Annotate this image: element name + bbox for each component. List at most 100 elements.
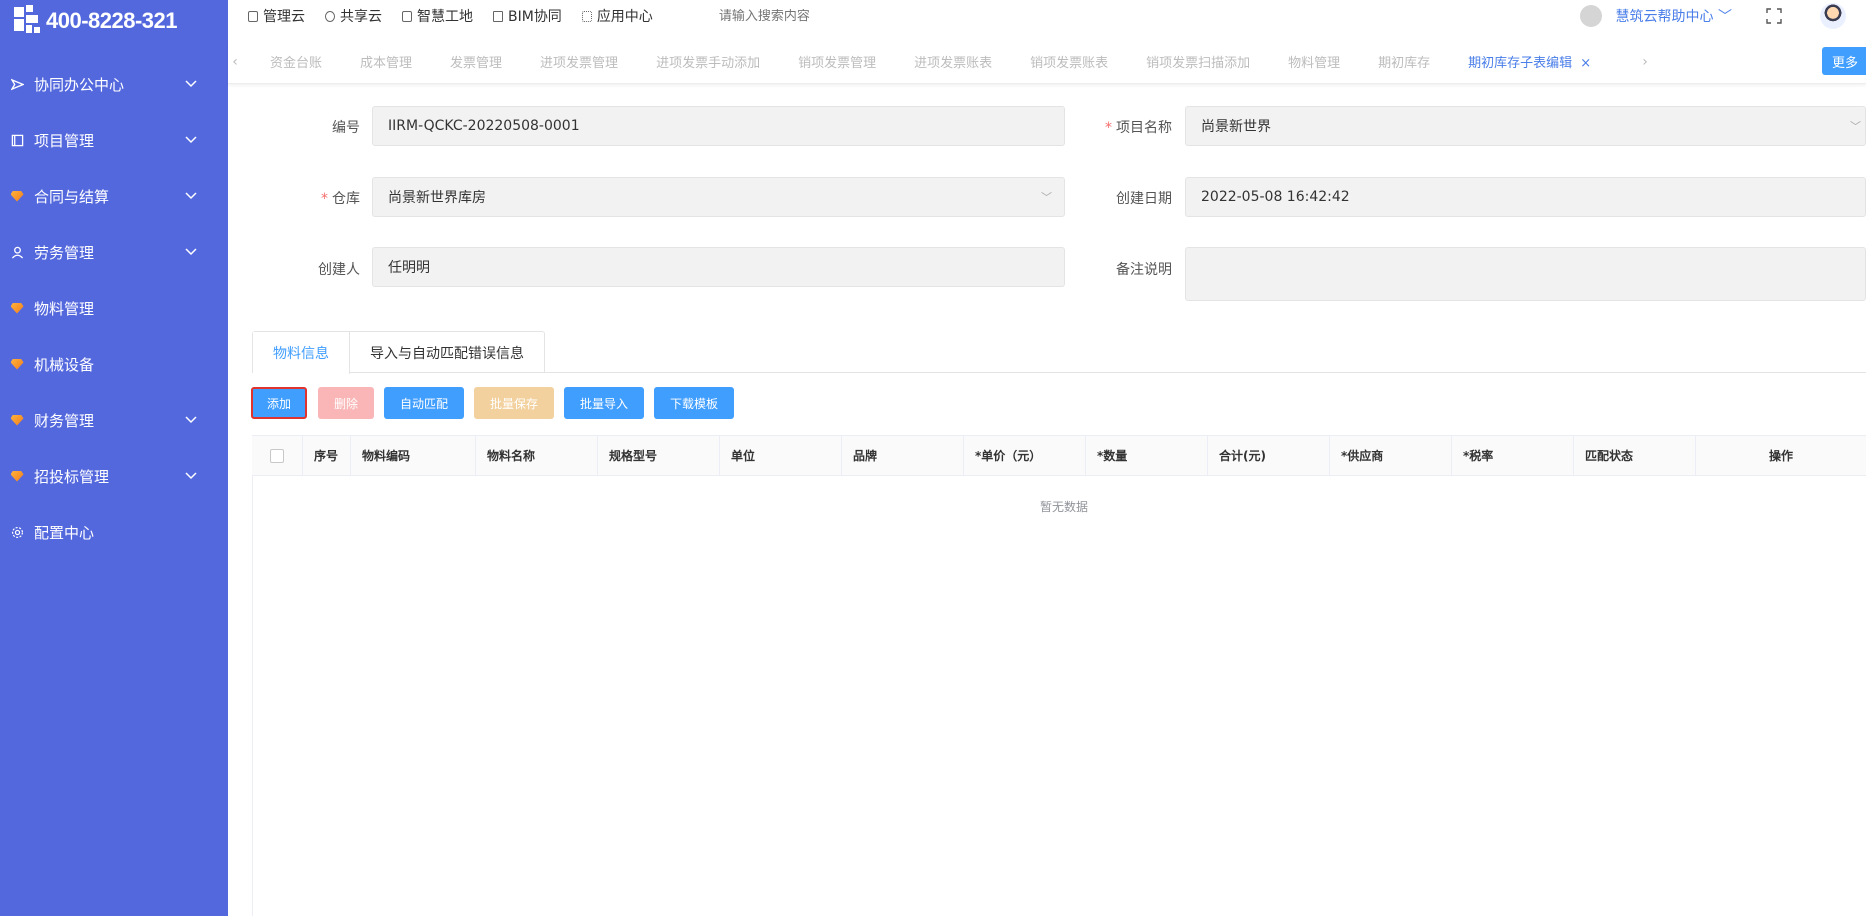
sidebar-item-label: 配置中心 bbox=[34, 523, 95, 542]
tab-item[interactable]: 销项发票扫描添加 bbox=[1146, 52, 1250, 71]
avatar[interactable] bbox=[1820, 3, 1846, 29]
column-header: 匹配状态 bbox=[1574, 436, 1696, 475]
chevron-down-icon bbox=[176, 77, 206, 91]
code-field[interactable]: IIRM-QCKC-20220508-0001 bbox=[372, 106, 1065, 146]
column-header: 品牌 bbox=[842, 436, 964, 475]
chevron-right-icon[interactable]: › bbox=[1638, 54, 1652, 70]
auto-match-button[interactable]: 自动匹配 bbox=[384, 387, 464, 419]
top-link-site[interactable]: 智慧工地 bbox=[402, 6, 473, 26]
brand-phone: 400-8228-321 bbox=[46, 8, 178, 33]
logo-icon bbox=[12, 5, 44, 37]
table-border bbox=[252, 435, 253, 916]
sidebar-item-label: 项目管理 bbox=[34, 131, 95, 150]
cloud-icon bbox=[325, 10, 335, 22]
chevron-down-icon bbox=[176, 413, 206, 427]
column-header: 物料编码 bbox=[351, 436, 476, 475]
warehouse-label-text: 仓库 bbox=[332, 191, 360, 207]
top-link-label: 共享云 bbox=[340, 9, 382, 25]
chevron-down-icon bbox=[176, 133, 206, 147]
download-template-button[interactable]: 下载模板 bbox=[654, 387, 734, 419]
sidebar-item-config[interactable]: 配置中心 bbox=[0, 504, 228, 560]
add-button[interactable]: 添加 bbox=[251, 387, 307, 419]
date-value: 2022-05-08 16:42:42 bbox=[1201, 189, 1350, 205]
tab-item[interactable]: 期初库存 bbox=[1378, 52, 1430, 71]
remark-textarea[interactable] bbox=[1185, 247, 1866, 301]
tab-item[interactable]: 资金台账 bbox=[270, 52, 322, 71]
sidebar-item-label: 物料管理 bbox=[34, 299, 95, 318]
gem-icon bbox=[10, 413, 24, 427]
more-button[interactable]: 更多 bbox=[1822, 47, 1866, 75]
select-all-checkbox[interactable] bbox=[270, 448, 284, 463]
tab-item[interactable]: 进项发票账表 bbox=[914, 52, 992, 71]
delete-button[interactable]: 删除 bbox=[318, 387, 374, 419]
gem-icon bbox=[10, 189, 24, 203]
tab-item[interactable]: 销项发票管理 bbox=[798, 52, 876, 71]
tab-item[interactable]: 物料管理 bbox=[1288, 52, 1340, 71]
tab-active[interactable]: 期初库存子表编辑 × bbox=[1468, 52, 1591, 71]
sidebar-item-bidding[interactable]: 招投标管理 bbox=[0, 448, 228, 504]
column-header: *数量 bbox=[1086, 436, 1208, 475]
sidebar-item-contract[interactable]: 合同与结算 bbox=[0, 168, 228, 224]
send-icon bbox=[10, 77, 24, 91]
book-icon bbox=[10, 133, 24, 147]
project-value: 尚景新世界 bbox=[1201, 119, 1271, 135]
code-value: IIRM-QCKC-20220508-0001 bbox=[388, 118, 580, 134]
tab-item[interactable]: 发票管理 bbox=[450, 52, 502, 71]
column-header: 操作 bbox=[1768, 449, 1793, 463]
top-link-management[interactable]: 管理云 bbox=[248, 6, 305, 26]
tab-import-errors[interactable]: 导入与自动匹配错误信息 bbox=[350, 332, 544, 373]
sidebar-item-office[interactable]: 协同办公中心 bbox=[0, 56, 228, 112]
top-link-bim[interactable]: BIM协同 bbox=[493, 6, 562, 26]
tabs-bar: ‹ 资金台账 成本管理 发票管理 进项发票管理 进项发票手动添加 销项发票管理 … bbox=[228, 40, 1866, 84]
chevron-down-icon: ﹀ bbox=[1850, 120, 1861, 133]
project-select[interactable]: 尚景新世界 ﹀ bbox=[1185, 106, 1866, 146]
chevron-left-icon[interactable]: ‹ bbox=[228, 54, 242, 70]
gem-icon bbox=[10, 357, 24, 371]
sidebar-item-project[interactable]: 项目管理 bbox=[0, 112, 228, 168]
sidebar-item-labor[interactable]: 劳务管理 bbox=[0, 224, 228, 280]
top-link-share[interactable]: 共享云 bbox=[325, 6, 382, 26]
help-label: 慧筑云帮助中心 bbox=[1615, 9, 1714, 25]
document-icon bbox=[402, 10, 412, 22]
sidebar-item-finance[interactable]: 财务管理 bbox=[0, 392, 228, 448]
help-center-dropdown[interactable]: 慧筑云帮助中心 ﹀ bbox=[1616, 6, 1732, 26]
top-link-label: 智慧工地 bbox=[417, 9, 473, 25]
date-label: 创建日期 bbox=[1116, 191, 1172, 207]
date-field[interactable]: 2022-05-08 16:42:42 bbox=[1185, 177, 1866, 217]
gem-icon bbox=[10, 469, 24, 483]
top-bar: 管理云 共享云 智慧工地 BIM协同 应用中心 慧筑云帮助中心 ﹀ bbox=[228, 0, 1866, 32]
gem-icon bbox=[10, 301, 24, 315]
book-icon bbox=[248, 10, 258, 22]
gear-icon bbox=[10, 525, 24, 539]
tab-item[interactable]: 成本管理 bbox=[360, 52, 412, 71]
tab-item[interactable]: 销项发票账表 bbox=[1030, 52, 1108, 71]
tab-item[interactable]: 进项发票手动添加 bbox=[656, 52, 760, 71]
top-link-label: BIM协同 bbox=[508, 9, 562, 25]
chevron-down-icon: ﹀ bbox=[1718, 9, 1732, 25]
column-header: 物料名称 bbox=[476, 436, 598, 475]
user-icon bbox=[10, 245, 24, 259]
sidebar-item-label: 机械设备 bbox=[34, 355, 95, 374]
bim-icon bbox=[493, 10, 503, 22]
sidebar-item-machinery[interactable]: 机械设备 bbox=[0, 336, 228, 392]
sidebar: 400-8228-321 协同办公中心 项目管理 合同与结算 劳务管理 物料管理… bbox=[0, 0, 228, 916]
code-label: 编号 bbox=[332, 120, 360, 136]
tab-item[interactable]: 进项发票管理 bbox=[540, 52, 618, 71]
batch-save-button[interactable]: 批量保存 bbox=[474, 387, 554, 419]
fullscreen-icon[interactable] bbox=[1766, 8, 1782, 24]
search-input[interactable] bbox=[718, 8, 919, 24]
top-link-label: 应用中心 bbox=[596, 9, 653, 25]
logo[interactable]: 400-8228-321 bbox=[0, 0, 228, 42]
close-icon[interactable]: × bbox=[1580, 56, 1591, 71]
column-header: *单价（元） bbox=[964, 436, 1086, 475]
creator-field[interactable]: 任明明 bbox=[372, 247, 1065, 287]
sidebar-item-material[interactable]: 物料管理 bbox=[0, 280, 228, 336]
column-header: 序号 bbox=[303, 436, 351, 475]
column-header: 规格型号 bbox=[598, 436, 720, 475]
tab-active-label: 期初库存子表编辑 bbox=[1468, 56, 1573, 71]
sidebar-item-label: 财务管理 bbox=[34, 411, 95, 430]
top-link-apps[interactable]: 应用中心 bbox=[581, 6, 653, 26]
tab-material-info[interactable]: 物料信息 bbox=[253, 332, 350, 374]
batch-import-button[interactable]: 批量导入 bbox=[564, 387, 644, 419]
warehouse-select[interactable]: 尚景新世界库房 ﹀ bbox=[372, 177, 1065, 217]
